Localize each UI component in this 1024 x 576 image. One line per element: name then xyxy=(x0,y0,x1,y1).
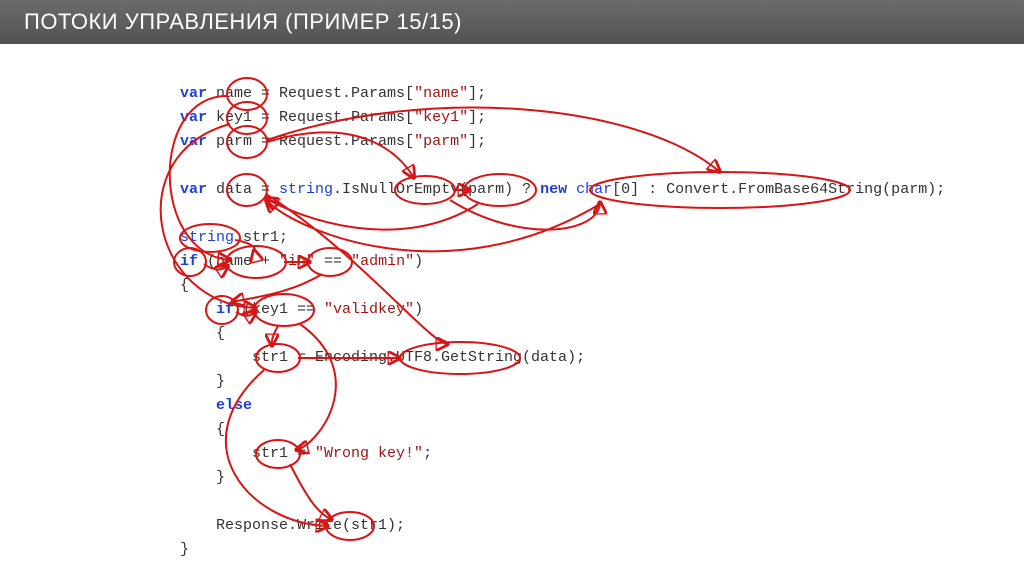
kw-var: var xyxy=(180,109,207,126)
str-key1: "key1" xyxy=(414,109,468,126)
str-in: "in" xyxy=(279,253,315,270)
t: (name + xyxy=(198,253,279,270)
t: ]; xyxy=(468,133,486,150)
t: .IsNullOrEmpty(parm) ? xyxy=(333,181,540,198)
t: ) xyxy=(414,301,423,318)
kw-new: new xyxy=(540,181,567,198)
kw-string-decl: string xyxy=(180,229,234,246)
t: ; xyxy=(423,445,432,462)
t: == xyxy=(315,253,351,270)
str-admin: "admin" xyxy=(351,253,414,270)
str-name: "name" xyxy=(414,85,468,102)
kw-if: if xyxy=(180,253,198,270)
kw-char: char xyxy=(576,181,612,198)
str-validkey: "validkey" xyxy=(324,301,414,318)
t: } xyxy=(180,469,225,486)
t xyxy=(180,301,216,318)
slide-body: var name = Request.Params["name"]; var k… xyxy=(0,44,1024,576)
t: key1 = Request.Params[ xyxy=(207,109,414,126)
t: (key1 == xyxy=(234,301,324,318)
slide-title-bar: ПОТОКИ УПРАВЛЕНИЯ (ПРИМЕР 15/15) xyxy=(0,0,1024,44)
str-parm: "parm" xyxy=(414,133,468,150)
t: parm = Request.Params[ xyxy=(207,133,414,150)
t: [0] : Convert.FromBase64String(parm); xyxy=(612,181,945,198)
t: } xyxy=(180,373,225,390)
kw-var: var xyxy=(180,181,207,198)
t: str1; xyxy=(234,229,288,246)
t: ]; xyxy=(468,85,486,102)
kw-string: string xyxy=(279,181,333,198)
t: { xyxy=(180,277,189,294)
t: str1 = xyxy=(180,445,315,462)
t: { xyxy=(180,421,225,438)
t: } xyxy=(180,541,189,558)
kw-var: var xyxy=(180,85,207,102)
kw-if: if xyxy=(216,301,234,318)
slide-title: ПОТОКИ УПРАВЛЕНИЯ (ПРИМЕР 15/15) xyxy=(24,9,462,35)
t: ]; xyxy=(468,109,486,126)
kw-else: else xyxy=(216,397,252,414)
t: str1 = Encoding.UTF8.GetString(data); xyxy=(180,349,585,366)
t: data = xyxy=(207,181,279,198)
str-wrong: "Wrong key!" xyxy=(315,445,423,462)
t: name = Request.Params[ xyxy=(207,85,414,102)
t xyxy=(180,397,216,414)
t: ) xyxy=(414,253,423,270)
t: { xyxy=(180,325,225,342)
kw-var: var xyxy=(180,133,207,150)
code-block: var name = Request.Params["name"]; var k… xyxy=(180,82,945,562)
t: Response.Write(str1); xyxy=(180,517,405,534)
